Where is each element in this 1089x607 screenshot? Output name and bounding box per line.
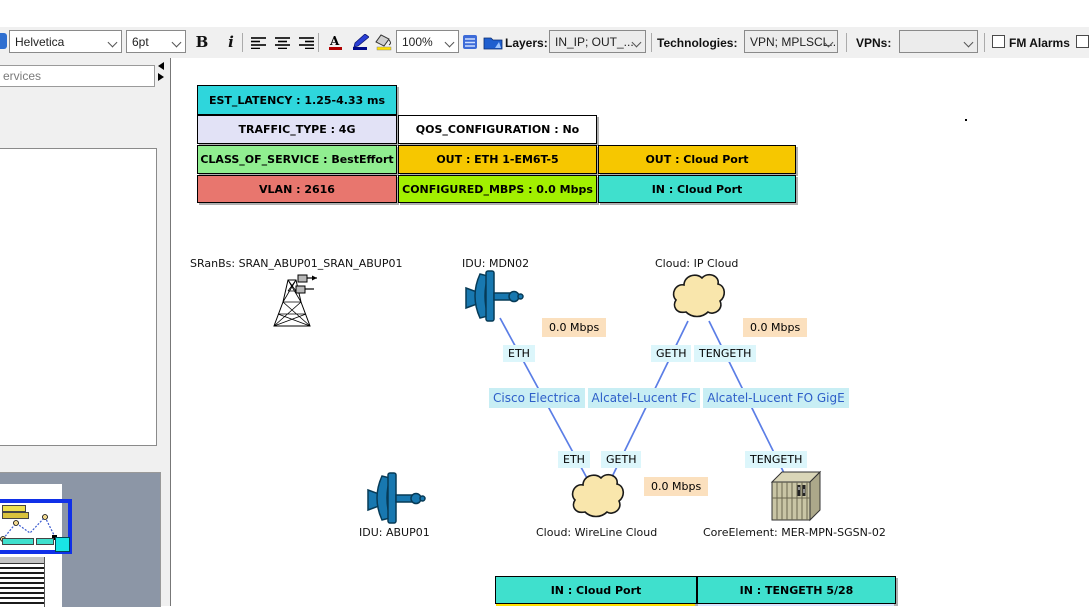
port-label-eth-bottom: ETH — [558, 451, 590, 468]
node-label-wireline-cloud: Cloud: WireLine Cloud — [536, 526, 657, 539]
radio-tower-icon[interactable] — [268, 272, 318, 330]
link-name-cisco[interactable]: Cisco Electrica — [489, 388, 585, 408]
table-cell-configured-mbps: CONFIGURED_MBPS : 0.0 Mbps — [398, 175, 597, 203]
port-label-geth-top: GETH — [651, 345, 691, 362]
port-label-geth-bottom: GETH — [601, 451, 641, 468]
table-cell-out-eth: OUT : ETH 1-EM6T-5 — [398, 145, 597, 174]
table-cell-in-cloud-port: IN : Cloud Port — [598, 175, 796, 203]
link-name-alu-fo-gige[interactable]: Alcatel-Lucent FO GigE — [703, 388, 848, 408]
microwave-idu-icon[interactable] — [366, 470, 428, 526]
link-name-strip: Cisco Electrica Alcatel-Lucent FC Alcate… — [489, 388, 849, 408]
table-cell-in-cloud-port-bottom: IN : Cloud Port — [495, 576, 697, 604]
rate-label: 0.0 Mbps — [644, 477, 708, 496]
cloud-icon[interactable] — [567, 468, 627, 524]
port-label-tengeth-top: TENGETH — [694, 345, 756, 362]
node-label-sranbs: SRanBs: SRAN_ABUP01_SRAN_ABUP01 — [190, 257, 402, 270]
core-element-icon[interactable] — [766, 468, 824, 524]
port-label-tengeth-bottom: TENGETH — [745, 451, 807, 468]
microwave-idu-icon[interactable] — [464, 268, 526, 324]
link-name-alu-fc[interactable]: Alcatel-Lucent FC — [588, 388, 701, 408]
link-lines — [0, 0, 1089, 606]
node-label-core-element: CoreElement: MER-MPN-SGSN-02 — [703, 526, 886, 539]
cloud-icon[interactable] — [668, 268, 726, 324]
node-label-idu-abup01: IDU: ABUP01 — [359, 526, 430, 539]
table-cell-in-tengeth: IN : TENGETH 5/28 — [697, 576, 896, 604]
table-cell-est-latency: EST_LATENCY : 1.25-4.33 ms — [197, 85, 397, 115]
rate-label: 0.0 Mbps — [542, 318, 606, 337]
canvas-stage: EST_LATENCY : 1.25-4.33 ms TRAFFIC_TYPE … — [0, 0, 1089, 606]
table-cell-qos-configuration: QOS_CONFIGURATION : No — [398, 115, 597, 144]
stray-dot — [965, 119, 967, 121]
rate-label: 0.0 Mbps — [743, 318, 807, 337]
table-cell-out-cloud-port: OUT : Cloud Port — [598, 145, 796, 174]
port-label-eth-top: ETH — [503, 345, 535, 362]
table-cell-vlan: VLAN : 2616 — [197, 175, 397, 203]
table-cell-traffic-type: TRAFFIC_TYPE : 4G — [197, 115, 397, 144]
table-cell-class-of-service: CLASS_OF_SERVICE : BestEffort — [197, 145, 397, 174]
